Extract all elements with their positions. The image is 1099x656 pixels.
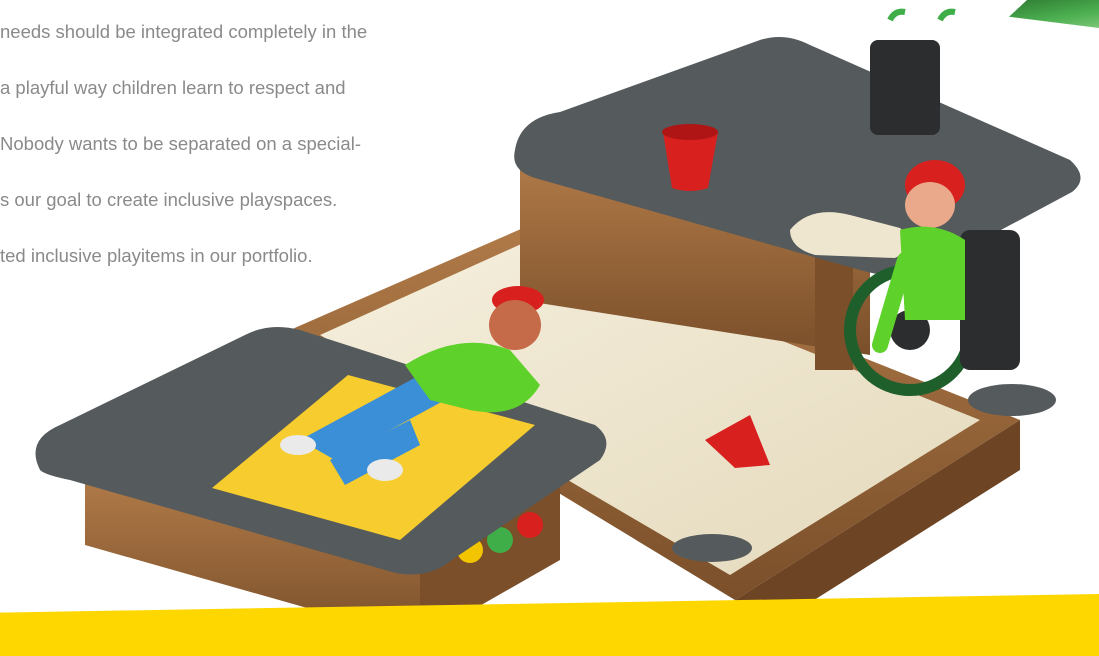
round-stool [968, 384, 1056, 416]
inclusive-sandbox-illustration [35, 8, 1081, 650]
round-stool [672, 534, 752, 562]
